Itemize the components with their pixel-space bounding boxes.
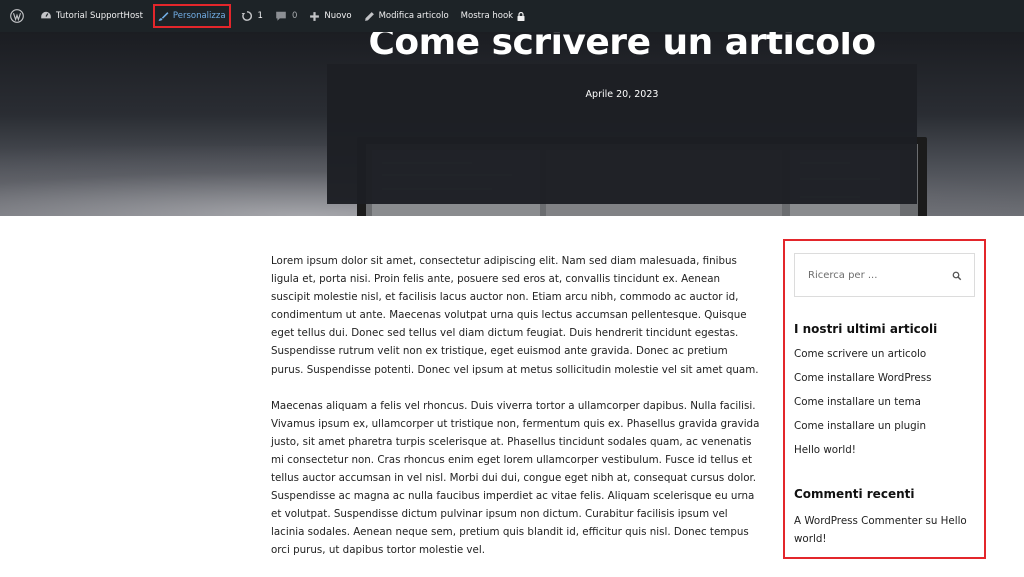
comments-link[interactable]: 0 bbox=[269, 0, 303, 32]
sidebar: I nostri ultimi articoli Come scrivere u… bbox=[783, 239, 986, 559]
search-input[interactable] bbox=[796, 255, 936, 295]
comment-connector: su bbox=[922, 515, 941, 527]
updates-count: 1 bbox=[257, 11, 263, 21]
recent-comments-title: Commenti recenti bbox=[794, 487, 915, 501]
recent-post-link[interactable]: Hello world! bbox=[794, 443, 931, 467]
recent-post-link[interactable]: Come installare un tema bbox=[794, 395, 931, 419]
content-paragraph: Lorem ipsum dolor sit amet, consectetur … bbox=[271, 255, 759, 376]
recent-post-link[interactable]: Come installare WordPress bbox=[794, 371, 931, 395]
customize-link[interactable]: Personalizza bbox=[149, 0, 235, 32]
plus-icon bbox=[309, 11, 320, 22]
updates-icon bbox=[241, 10, 253, 22]
new-content-link[interactable]: Nuovo bbox=[303, 0, 357, 32]
search-icon bbox=[952, 266, 962, 285]
recent-post-link[interactable]: Come scrivere un articolo bbox=[794, 347, 931, 371]
lock-icon bbox=[517, 11, 525, 21]
comment-author-link[interactable]: A WordPress Commenter bbox=[794, 515, 922, 527]
customize-label: Personalizza bbox=[172, 11, 226, 21]
show-hooks-label: Mostra hook bbox=[460, 11, 514, 21]
search-form bbox=[794, 253, 975, 297]
site-name-label: Tutorial SupportHost bbox=[56, 11, 143, 21]
content-paragraph: Maecenas aliquam a felis vel rhoncus. Du… bbox=[271, 399, 760, 557]
wordpress-logo-icon bbox=[10, 9, 24, 23]
updates-link[interactable]: 1 bbox=[235, 0, 269, 32]
comments-count: 0 bbox=[291, 11, 298, 21]
recent-comment-item: A WordPress Commenter su Hello world! bbox=[794, 512, 979, 548]
hero-title-panel bbox=[327, 64, 917, 204]
comment-bubble-icon bbox=[275, 10, 287, 22]
pencil-icon bbox=[364, 11, 375, 22]
recent-post-link[interactable]: Come installare un plugin bbox=[794, 419, 931, 443]
post-date: Aprile 20, 2023 bbox=[585, 89, 659, 100]
site-name-link[interactable]: Tutorial SupportHost bbox=[34, 0, 149, 32]
show-hooks-link[interactable]: Mostra hook bbox=[455, 0, 531, 32]
paintbrush-icon bbox=[158, 11, 169, 22]
post-content: Lorem ipsum dolor sit amet, consectetur … bbox=[271, 252, 761, 577]
edit-post-link[interactable]: Modifica articolo bbox=[358, 0, 455, 32]
recent-posts-title: I nostri ultimi articoli bbox=[794, 322, 938, 336]
wordpress-logo-button[interactable] bbox=[4, 0, 34, 32]
recent-posts-list: Come scrivere un articolo Come installar… bbox=[794, 347, 931, 467]
new-content-label: Nuovo bbox=[324, 11, 352, 21]
edit-post-label: Modifica articolo bbox=[378, 11, 449, 21]
dashboard-icon bbox=[40, 10, 52, 22]
search-button[interactable] bbox=[946, 264, 968, 286]
admin-bar: Tutorial SupportHost Personalizza 1 0 Nu… bbox=[0, 0, 1024, 32]
